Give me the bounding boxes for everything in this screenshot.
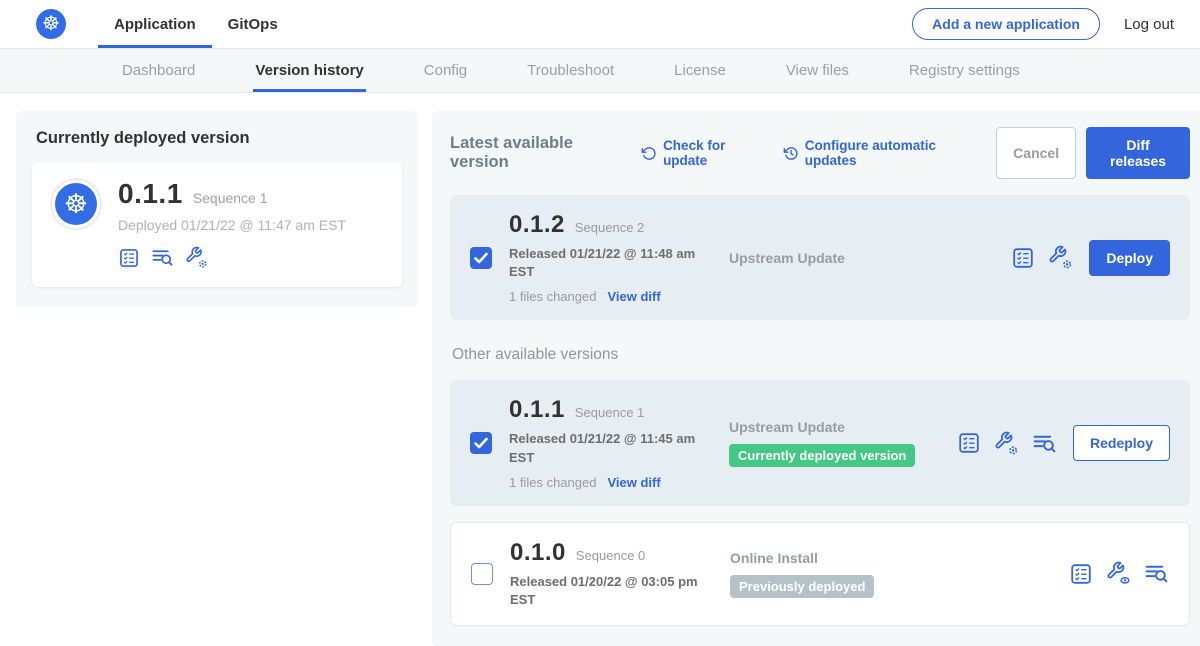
- logout-link[interactable]: Log out: [1124, 16, 1174, 33]
- sequence-label: Sequence 0: [576, 548, 645, 563]
- edit-config-wrench-gear-icon[interactable]: [1048, 245, 1073, 270]
- source-label: Online Install: [730, 550, 958, 566]
- currently-deployed-card: Currently deployed version ☸ 0.1.1 Seque…: [16, 111, 418, 307]
- version-info: 0.1.2 Sequence 2 Released 01/21/22 @ 11:…: [509, 211, 707, 304]
- released-timestamp: Released 01/21/22 @ 11:48 am EST: [509, 245, 701, 281]
- top-nav-right: Add a new application Log out: [912, 8, 1174, 40]
- deployed-version-info: 0.1.1 Sequence 1 Deployed 01/21/22 @ 11:…: [118, 178, 346, 269]
- other-available-versions-title: Other available versions: [452, 346, 1188, 364]
- version-source: Upstream Update: [729, 250, 957, 266]
- currently-deployed-badge: Currently deployed version: [729, 444, 915, 467]
- tab-application[interactable]: Application: [98, 0, 212, 48]
- app-sub-navigation: Dashboard Version history Config Trouble…: [0, 48, 1200, 93]
- header-actions: Cancel Diff releases: [996, 127, 1190, 179]
- deployed-version-number: 0.1.1: [118, 178, 183, 210]
- sequence-label: Sequence 1: [575, 405, 644, 420]
- view-diff-link[interactable]: View diff: [607, 289, 660, 304]
- previously-deployed-badge: Previously deployed: [730, 575, 874, 598]
- deployed-sequence-label: Sequence 1: [193, 190, 268, 206]
- redeploy-button[interactable]: Redeploy: [1073, 425, 1170, 461]
- release-notes-magnifier-icon[interactable]: [1032, 431, 1057, 456]
- latest-available-header: Latest available version Check for updat…: [450, 127, 1190, 179]
- latest-available-title: Latest available version: [450, 134, 624, 172]
- checkmark-icon: [470, 247, 492, 269]
- version-checkbox[interactable]: [471, 563, 493, 585]
- view-diff-link[interactable]: View diff: [607, 475, 660, 490]
- subtab-registry-settings[interactable]: Registry settings: [907, 49, 1022, 92]
- subtab-troubleshoot[interactable]: Troubleshoot: [525, 49, 616, 92]
- main-content: Currently deployed version ☸ 0.1.1 Seque…: [0, 93, 1200, 646]
- version-info: 0.1.1 Sequence 1 Released 01/21/22 @ 11:…: [509, 396, 707, 489]
- version-action-icons: [1069, 561, 1169, 586]
- check-for-update-label: Check for update: [663, 138, 766, 168]
- version-checkbox[interactable]: [470, 432, 492, 454]
- version-row-0-1-1: 0.1.1 Sequence 1 Released 01/21/22 @ 11:…: [450, 380, 1190, 505]
- cancel-button[interactable]: Cancel: [996, 127, 1076, 179]
- currently-deployed-title: Currently deployed version: [36, 129, 402, 148]
- deploy-button[interactable]: Deploy: [1089, 240, 1170, 276]
- view-config-wrench-eye-icon[interactable]: [1106, 561, 1131, 586]
- version-source: Online Install Previously deployed: [730, 550, 958, 598]
- version-action-icons: [957, 431, 1057, 456]
- source-label: Upstream Update: [729, 250, 957, 266]
- subtab-version-history[interactable]: Version history: [253, 49, 365, 92]
- diff-releases-button[interactable]: Diff releases: [1086, 127, 1190, 179]
- deployed-version-card: ☸ 0.1.1 Sequence 1 Deployed 01/21/22 @ 1…: [32, 162, 402, 287]
- checkmark-icon: [470, 432, 492, 454]
- version-info: 0.1.0 Sequence 0 Released 01/20/22 @ 03:…: [510, 539, 708, 609]
- edit-config-wrench-gear-icon[interactable]: [185, 246, 208, 269]
- kubernetes-app-icon: ☸: [55, 183, 97, 225]
- preflight-checklist-icon[interactable]: [1069, 562, 1093, 586]
- kubernetes-wheel-glyph: ☸: [64, 191, 88, 218]
- version-row-0-1-0: 0.1.0 Sequence 0 Released 01/20/22 @ 03:…: [450, 522, 1190, 626]
- released-timestamp: Released 01/20/22 @ 03:05 pm EST: [510, 573, 702, 609]
- refresh-ccw-icon: [641, 145, 657, 162]
- check-for-update-link[interactable]: Check for update: [641, 138, 766, 168]
- edit-config-wrench-gear-icon[interactable]: [994, 431, 1019, 456]
- deployed-actions: [118, 246, 346, 269]
- top-navigation: ☸ Application GitOps Add a new applicati…: [0, 0, 1200, 48]
- release-notes-magnifier-icon[interactable]: [151, 246, 174, 269]
- subtab-view-files[interactable]: View files: [784, 49, 851, 92]
- kubernetes-logo-icon: ☸: [36, 9, 66, 39]
- add-new-application-button[interactable]: Add a new application: [912, 8, 1100, 40]
- configure-automatic-updates-link[interactable]: Configure automatic updates: [783, 138, 979, 168]
- version-number: 0.1.0: [510, 539, 566, 567]
- deployed-timestamp: Deployed 01/21/22 @ 11:47 am EST: [118, 217, 346, 233]
- clock-arrow-icon: [783, 145, 799, 162]
- release-notes-magnifier-icon[interactable]: [1144, 561, 1169, 586]
- tab-gitops[interactable]: GitOps: [212, 0, 294, 48]
- version-source: Upstream Update Currently deployed versi…: [729, 419, 957, 467]
- available-versions-panel: Latest available version Check for updat…: [432, 111, 1200, 646]
- version-number: 0.1.2: [509, 211, 565, 239]
- version-row-0-1-2: 0.1.2 Sequence 2 Released 01/21/22 @ 11:…: [450, 195, 1190, 320]
- source-label: Upstream Update: [729, 419, 957, 435]
- kubernetes-wheel-glyph: ☸: [42, 14, 60, 34]
- files-changed-label: 1 files changed: [509, 475, 596, 490]
- configure-automatic-updates-label: Configure automatic updates: [805, 138, 979, 168]
- preflight-checklist-icon[interactable]: [957, 431, 981, 455]
- released-timestamp: Released 01/21/22 @ 11:45 am EST: [509, 430, 701, 466]
- version-number: 0.1.1: [509, 396, 565, 424]
- top-tabs: Application GitOps: [98, 0, 294, 48]
- version-action-icons: [1011, 245, 1073, 270]
- subtab-config[interactable]: Config: [422, 49, 469, 92]
- app-logo-ring: ☸: [50, 178, 102, 230]
- files-changed-label: 1 files changed: [509, 289, 596, 304]
- preflight-checklist-icon[interactable]: [1011, 246, 1035, 270]
- version-checkbox[interactable]: [470, 247, 492, 269]
- preflight-checklist-icon[interactable]: [118, 247, 140, 269]
- subtab-dashboard[interactable]: Dashboard: [120, 49, 197, 92]
- subtab-license[interactable]: License: [672, 49, 728, 92]
- sequence-label: Sequence 2: [575, 220, 644, 235]
